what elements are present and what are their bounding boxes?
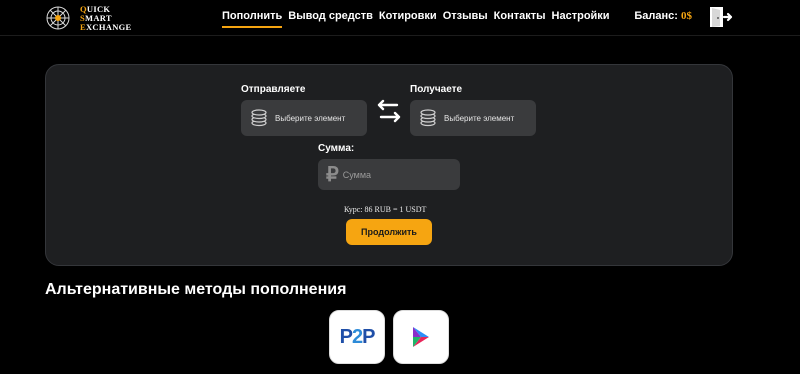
ruble-icon: ₽	[326, 163, 339, 186]
send-currency-select[interactable]: Выберите элемент	[241, 100, 367, 136]
amount-field[interactable]: ₽	[318, 159, 460, 190]
main-nav: Пополнить Вывод средств Котировки Отзывы…	[222, 10, 610, 28]
logo-text: QUICK SMART EXCHANGE	[80, 3, 132, 32]
top-navigation-bar: QUICK SMART EXCHANGE Пополнить Вывод сре…	[0, 0, 800, 36]
nav-reviews[interactable]: Отзывы	[443, 10, 488, 28]
play-payment-icon	[413, 327, 429, 347]
continue-button[interactable]: Продолжить	[346, 219, 432, 245]
nav-contacts[interactable]: Контакты	[494, 10, 546, 28]
send-label: Отправляете	[241, 84, 306, 95]
nav-withdraw[interactable]: Вывод средств	[288, 10, 373, 28]
exchange-rate: Курс: 86 RUB = 1 USDT	[344, 205, 427, 214]
send-select-placeholder: Выберите элемент	[275, 113, 346, 123]
amount-label: Сумма:	[318, 143, 355, 154]
nav-quotes[interactable]: Котировки	[379, 10, 437, 28]
p2p-icon: P2P	[339, 325, 376, 348]
logo[interactable]: QUICK SMART EXCHANGE	[44, 4, 154, 32]
nav-settings[interactable]: Настройки	[552, 10, 610, 28]
receive-label: Получаете	[410, 84, 463, 95]
play-payment-method-button[interactable]	[393, 310, 449, 364]
alternative-methods-title: Альтернативные методы пополнения	[45, 281, 347, 298]
receive-currency-select[interactable]: Выберите элемент	[410, 100, 536, 136]
logout-icon[interactable]	[708, 5, 734, 29]
swap-arrows-icon[interactable]	[373, 99, 405, 123]
balance-label: Баланс:	[634, 10, 678, 22]
amount-input[interactable]	[342, 169, 443, 180]
coins-icon	[251, 109, 267, 127]
balance-value: 0$	[681, 10, 692, 22]
balance: Баланс: 0$	[634, 10, 692, 22]
logo-emblem-icon	[46, 6, 70, 30]
receive-select-placeholder: Выберите элемент	[444, 113, 515, 123]
logo-line-3: XCHANGE	[85, 21, 132, 32]
coins-icon	[420, 109, 436, 127]
nav-deposit[interactable]: Пополнить	[222, 10, 283, 28]
p2p-method-button[interactable]: P2P	[329, 310, 385, 364]
